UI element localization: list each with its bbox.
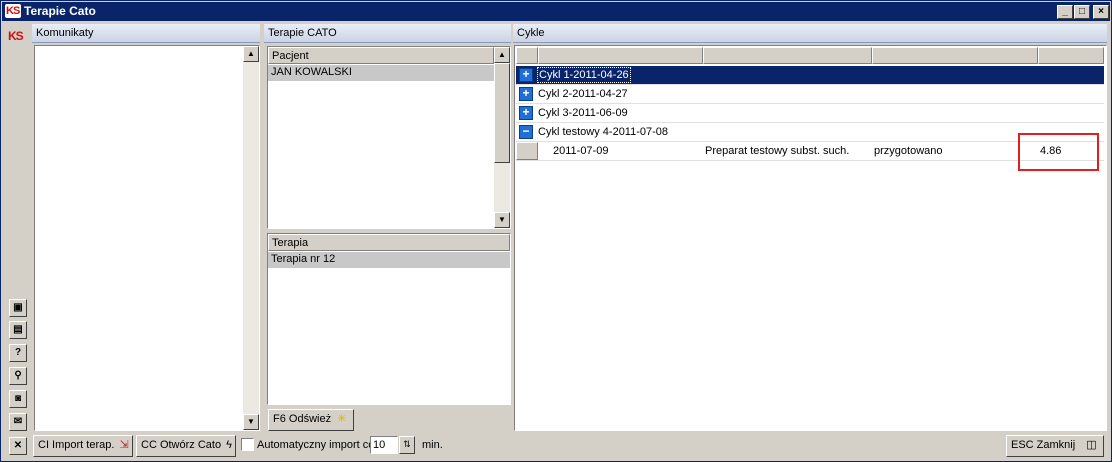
scroll-down-icon[interactable]: ▼ xyxy=(243,414,259,430)
refresh-button-label: F6 Odśwież xyxy=(273,413,332,425)
app-window: KS Terapie Cato _ □ × KS ▣ ▤ ? ⚲ ◙ ✉ ✕ K… xyxy=(0,0,1112,462)
messages-panel-title: Komunikaty xyxy=(32,24,260,43)
row-indicator xyxy=(516,142,538,160)
search-icon[interactable]: ⚲ xyxy=(9,367,27,385)
open-button-label: CC Otwórz Cato xyxy=(141,439,222,451)
cycle-row[interactable]: − Cykl testowy 4-2011-07-08 xyxy=(516,123,1104,142)
scroll-up-icon[interactable]: ▲ xyxy=(494,47,510,63)
detail-product: Preparat testowy subst. such. xyxy=(705,145,850,157)
therapy-column-header[interactable]: Terapia xyxy=(268,234,510,251)
calculator-icon[interactable]: ▤ xyxy=(9,321,27,339)
open-cato-button[interactable]: CC Otwórz Cato ϟ xyxy=(136,435,236,457)
therapy-row[interactable]: Terapia nr 12 xyxy=(268,252,510,268)
auto-import-interval-input[interactable] xyxy=(370,436,398,454)
auto-import-checkbox[interactable] xyxy=(241,438,254,451)
grid-column-header[interactable] xyxy=(516,47,538,64)
cycle-label: Cykl 3-2011-06-09 xyxy=(538,107,628,119)
cycle-row[interactable]: + Cykl 1-2011-04-26 xyxy=(516,66,1104,85)
ks-logo-icon: KS xyxy=(8,29,24,43)
grid-column-header[interactable] xyxy=(703,47,872,64)
close-button[interactable]: ESC Zamknij ◫ xyxy=(1006,435,1104,457)
refresh-icon: ✳ xyxy=(337,413,347,425)
detail-row[interactable]: 2011-07-09 Preparat testowy subst. such.… xyxy=(516,142,1104,161)
close-window-button[interactable]: × xyxy=(1093,5,1109,19)
scroll-thumb[interactable] xyxy=(494,63,510,163)
messages-scrollbar[interactable]: ▲ ▼ xyxy=(243,46,259,430)
detail-status: przygotowano xyxy=(874,145,943,157)
collapse-icon[interactable]: − xyxy=(519,125,533,139)
camera-icon[interactable]: ◙ xyxy=(9,390,27,408)
expand-icon[interactable]: + xyxy=(519,106,533,120)
window-title: Terapie Cato xyxy=(24,4,96,18)
cycle-label: Cykl 2-2011-04-27 xyxy=(538,88,628,100)
app-logo-icon: KS xyxy=(5,4,21,18)
therapies-list[interactable]: Terapia Terapia nr 12 xyxy=(267,233,511,405)
close-button-label: ESC Zamknij xyxy=(1011,439,1076,451)
messages-list[interactable]: ▲ ▼ xyxy=(34,45,260,431)
scroll-up-icon[interactable]: ▲ xyxy=(243,46,259,62)
exit-door-icon: ◫ xyxy=(1086,439,1097,451)
minimize-button[interactable]: _ xyxy=(1057,5,1073,19)
grid-column-header[interactable] xyxy=(1038,47,1104,64)
cycle-label: Cykl 1-2011-04-26 xyxy=(537,67,631,83)
import-therapies-button[interactable]: CI Import terap. ⇲ xyxy=(33,435,133,457)
expand-icon[interactable]: + xyxy=(519,87,533,101)
grid-column-header[interactable] xyxy=(538,47,703,64)
cycle-row[interactable]: + Cykl 3-2011-06-09 xyxy=(516,104,1104,123)
title-bar[interactable]: KS Terapie Cato _ □ × xyxy=(2,2,1110,21)
mail-icon[interactable]: ✉ xyxy=(9,413,27,431)
patient-column-header[interactable]: Pacjent xyxy=(268,47,494,64)
patient-row[interactable]: JAN KOWALSKI xyxy=(268,65,494,81)
interval-spinner-icon[interactable]: ⇅ xyxy=(399,436,415,454)
scroll-down-icon[interactable]: ▼ xyxy=(494,212,510,228)
lightning-icon: ϟ xyxy=(226,439,232,451)
import-icon: ⇲ xyxy=(119,439,129,451)
close-icon[interactable]: ✕ xyxy=(9,437,27,455)
highlight-box xyxy=(1018,133,1099,171)
refresh-button[interactable]: F6 Odśwież ✳ xyxy=(268,409,354,431)
monitor-icon[interactable]: ▣ xyxy=(9,299,27,317)
grid-column-header[interactable] xyxy=(872,47,1038,64)
cycle-row[interactable]: + Cykl 2-2011-04-27 xyxy=(516,85,1104,104)
auto-import-unit: min. xyxy=(422,439,443,451)
patients-scrollbar[interactable]: ▲ ▼ xyxy=(494,47,510,228)
patients-list[interactable]: Pacjent JAN KOWALSKI ▲ ▼ xyxy=(267,46,511,229)
cycles-panel-title: Cykle xyxy=(513,24,1107,43)
cycle-label: Cykl testowy 4-2011-07-08 xyxy=(538,126,669,138)
expand-icon[interactable]: + xyxy=(519,68,533,82)
help-icon[interactable]: ? xyxy=(9,344,27,362)
maximize-button[interactable]: □ xyxy=(1074,5,1090,19)
cato-panel-title: Terapie CATO xyxy=(264,24,511,43)
import-button-label: CI Import terap. xyxy=(38,439,115,451)
detail-date: 2011-07-09 xyxy=(553,145,609,157)
auto-import-label: Automatyczny import co xyxy=(257,439,375,451)
